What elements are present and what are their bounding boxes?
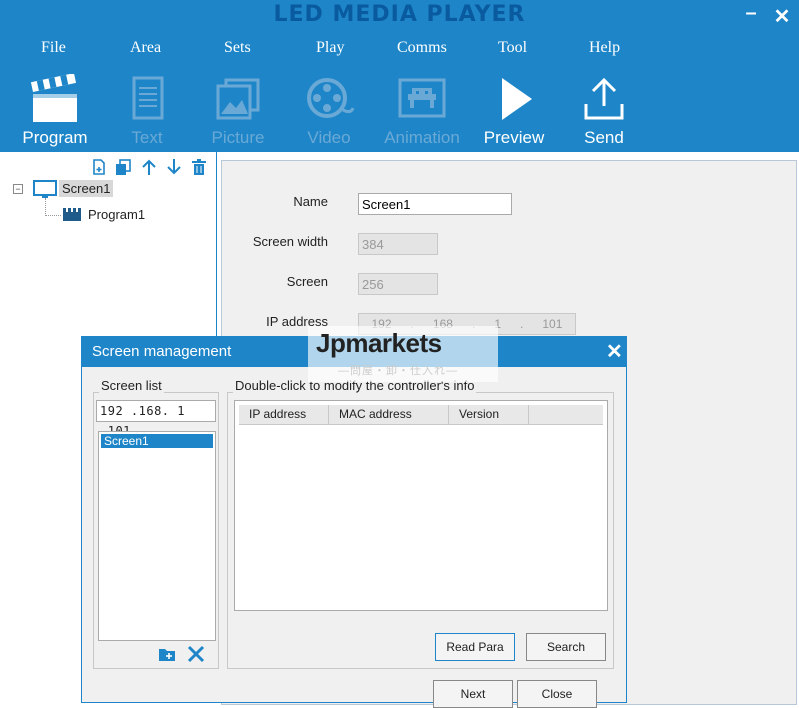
toolbar-video-button[interactable]: Video: [287, 74, 371, 148]
close-window-button[interactable]: ✕: [771, 4, 793, 29]
play-icon: [502, 78, 532, 120]
tree-connector: [45, 198, 46, 216]
name-label: Name: [293, 194, 328, 209]
toolbar-send-label: Send: [584, 128, 624, 147]
arrow-up-icon[interactable]: [140, 158, 158, 176]
space-invader-icon: [398, 78, 446, 118]
film-reel-icon: [307, 78, 355, 118]
program-clapper-icon: [63, 208, 81, 221]
controller-grid[interactable]: IP address MAC address Version: [234, 400, 608, 611]
dialog-close-icon[interactable]: ✕: [606, 339, 623, 364]
menu-file[interactable]: File: [41, 39, 66, 57]
tree-item-screen[interactable]: Screen1: [59, 180, 114, 197]
toolbar-text-label: Text: [131, 128, 163, 147]
document-icon: [132, 76, 164, 120]
menu-play[interactable]: Play: [316, 39, 344, 57]
screen-management-dialog: Screen management ✕ Screen list 192 .168…: [81, 336, 627, 708]
tree-connector: [45, 215, 61, 216]
search-button[interactable]: Search: [526, 633, 606, 661]
screen-height-input: [358, 273, 438, 295]
menu-area[interactable]: Area: [130, 39, 161, 57]
read-para-button[interactable]: Read Para: [435, 633, 515, 661]
clapperboard-icon: [30, 74, 77, 122]
trash-icon[interactable]: [190, 158, 208, 176]
upload-icon: [584, 77, 624, 120]
toolbar-animation-label: Animation: [384, 128, 460, 147]
toolbar-program-button[interactable]: Program: [13, 74, 97, 148]
dialog-title: Screen management: [92, 343, 232, 360]
new-file-icon[interactable]: [90, 158, 108, 176]
toolbar-preview-button[interactable]: Preview: [472, 74, 556, 148]
screen-list-title: Screen list: [99, 378, 164, 393]
menu-sets[interactable]: Sets: [224, 39, 251, 57]
screen-width-label: Screen width: [252, 234, 328, 249]
app-title: LED MEDIA PLAYER: [273, 2, 526, 27]
column-mac-address[interactable]: MAC address: [329, 405, 449, 424]
picture-icon: [216, 78, 260, 120]
minimize-button[interactable]: –: [740, 2, 762, 25]
toolbar-send-button[interactable]: Send: [562, 74, 646, 148]
add-folder-icon[interactable]: [158, 646, 176, 662]
close-button[interactable]: Close: [517, 680, 597, 708]
screen-listbox[interactable]: Screen1: [98, 431, 216, 641]
watermark-brand: Jpmarkets: [316, 328, 442, 358]
tree-collapse-toggle[interactable]: −: [13, 184, 23, 194]
toolbar-preview-label: Preview: [483, 128, 545, 147]
watermark-subtitle: —問屋・卸・仕入れ—: [338, 365, 458, 377]
column-ip-address[interactable]: IP address: [239, 405, 329, 424]
menu-help[interactable]: Help: [589, 39, 620, 57]
screen-height-label: Screen: [286, 274, 328, 289]
column-extra[interactable]: [529, 405, 603, 424]
tree-item-program[interactable]: Program1: [88, 207, 145, 222]
delete-x-icon[interactable]: [186, 644, 206, 664]
screen-width-input: [358, 233, 438, 255]
toolbar-animation-button[interactable]: Animation: [380, 74, 464, 148]
grid-header: IP address MAC address Version: [239, 405, 603, 425]
toolbar-picture-button[interactable]: Picture: [196, 74, 280, 148]
menu-tool[interactable]: Tool: [498, 39, 527, 57]
next-button[interactable]: Next: [433, 680, 513, 708]
watermark: Jpmarkets —問屋・卸・仕入れ—: [308, 326, 498, 382]
monitor-icon: [33, 180, 57, 198]
toolbar-video-label: Video: [307, 128, 351, 147]
arrow-down-icon[interactable]: [165, 158, 183, 176]
menu-comms[interactable]: Comms: [397, 39, 447, 57]
toolbar-text-button[interactable]: Text: [105, 74, 189, 148]
toolbar-program-label: Program: [22, 128, 88, 147]
copy-icon[interactable]: [114, 158, 132, 176]
name-input[interactable]: [358, 193, 512, 215]
screen-ip-input[interactable]: 192 .168. 1 .101: [96, 400, 216, 438]
screen-list-item[interactable]: Screen1: [101, 434, 213, 448]
toolbar-picture-label: Picture: [211, 128, 265, 147]
ip-octet: 101: [542, 317, 563, 331]
column-version[interactable]: Version: [449, 405, 529, 424]
